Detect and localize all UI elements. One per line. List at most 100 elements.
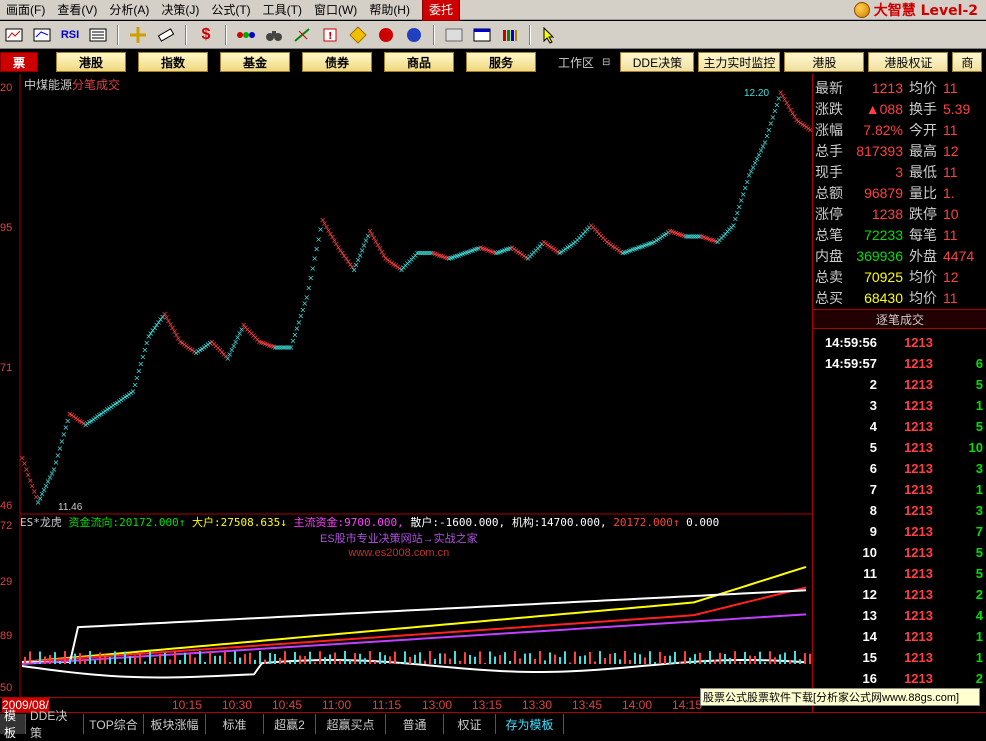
nav-monitor-button[interactable]: 主力实时监控 <box>698 52 781 72</box>
tick-row[interactable]: 14 1213 1 <box>813 626 986 647</box>
trend-icon[interactable] <box>30 24 54 46</box>
volume-bar <box>69 658 71 664</box>
tick-row[interactable]: 14:59:57 1213 6 <box>813 353 986 374</box>
dollar-icon[interactable]: $ <box>194 24 218 46</box>
tick-volume: 1 <box>975 629 983 644</box>
sub-y-tick-label: 50 <box>0 682 13 694</box>
report-icon[interactable] <box>86 24 110 46</box>
books-icon[interactable] <box>498 24 522 46</box>
quote-label: 每笔 <box>909 226 937 243</box>
intraday-chart[interactable]: ××××××××××××××××××××××××××××××××××××××××… <box>0 74 812 697</box>
tick-row[interactable]: 16 1213 2 <box>813 668 986 689</box>
tick-row[interactable]: 5 1213 10 <box>813 437 986 458</box>
rsi-icon[interactable]: RSI <box>58 24 82 46</box>
tab-save-template[interactable]: 存为模板 <box>496 714 564 734</box>
tick-row[interactable]: 8 1213 3 <box>813 500 986 521</box>
volume-bar <box>739 661 741 664</box>
tick-time: 14:59:57 <box>824 356 877 371</box>
trade-button[interactable]: 委托 <box>421 0 460 21</box>
quote-value: 12 <box>943 142 959 159</box>
volume-bar <box>749 655 751 664</box>
tab-chaoying2[interactable]: 超赢2 <box>264 714 316 734</box>
tab-normal[interactable]: 普通 <box>386 714 444 734</box>
volume-bar <box>784 652 786 664</box>
quote-value: 68430 <box>864 289 903 306</box>
chart-area[interactable]: × × × × × × × × × × × × × × × × × × × × × × × × × × × × × × × × × × × × × × × ×… <box>0 74 812 712</box>
menu-help[interactable]: 帮助(H) <box>363 0 416 20</box>
tick-row[interactable]: 4 1213 5 <box>813 416 986 437</box>
volume-bar <box>654 662 656 664</box>
tick-row[interactable]: 7 1213 1 <box>813 479 986 500</box>
nav-service-button[interactable]: 服务 <box>466 52 536 72</box>
menu-view[interactable]: 查看(V) <box>51 0 103 20</box>
menu-analysis[interactable]: 分析(A) <box>103 0 155 20</box>
quote-value: 12 <box>943 268 959 285</box>
volume-bar <box>384 655 386 664</box>
broadcast-icon[interactable] <box>290 24 314 46</box>
help-cursor-icon[interactable] <box>538 24 562 46</box>
nav-more-button[interactable]: 商 <box>952 52 983 72</box>
lights-icon[interactable] <box>234 24 258 46</box>
quote-label: 总手 <box>815 142 843 159</box>
tick-volume: 5 <box>975 377 983 392</box>
tab-template[interactable]: 模板 <box>0 709 26 740</box>
tab-chaoying-buy[interactable]: 超赢买点 <box>316 714 386 734</box>
tick-row[interactable]: 3 1213 1 <box>813 395 986 416</box>
ad-banner[interactable]: 股票公式股票软件下载[分析家公式网www.88gs.com] <box>700 688 980 706</box>
diamond-icon[interactable] <box>346 24 370 46</box>
volume-bar <box>499 655 501 664</box>
alert-icon[interactable]: ! <box>318 24 342 46</box>
tab-warrant[interactable]: 权证 <box>444 714 496 734</box>
nav-dde-button[interactable]: DDE决策 <box>620 52 695 72</box>
window-icon[interactable] <box>442 24 466 46</box>
tick-price: 1213 <box>904 650 933 665</box>
ruler-icon[interactable] <box>154 24 178 46</box>
tick-row[interactable]: 6 1213 3 <box>813 458 986 479</box>
workzone-label[interactable]: 工作区 <box>554 54 598 71</box>
volume-bar <box>679 661 681 664</box>
tab-dde[interactable]: DDE决策 <box>26 709 84 740</box>
tick-row[interactable]: 15 1213 1 <box>813 647 986 668</box>
binoculars-icon[interactable] <box>262 24 286 46</box>
nav-stock-button[interactable]: 票 <box>0 52 38 72</box>
tick-row[interactable]: 2 1213 5 <box>813 374 986 395</box>
nav-hk-button[interactable]: 港股 <box>56 52 126 72</box>
menu-screen[interactable]: 画面(F) <box>0 0 51 20</box>
tab-standard[interactable]: 标准 <box>206 714 264 734</box>
menu-decision[interactable]: 决策(J) <box>155 0 205 20</box>
quote-label: 今开 <box>909 121 937 138</box>
volume-bar <box>759 651 761 664</box>
kline-icon[interactable] <box>2 24 26 46</box>
tick-time: 10 <box>862 545 877 560</box>
tick-list-header[interactable]: 逐笔成交 <box>813 309 986 329</box>
tick-row[interactable]: 9 1213 7 <box>813 521 986 542</box>
workzone-dropdown-icon[interactable]: ⊟ <box>602 57 610 68</box>
tick-row[interactable]: 12 1213 2 <box>813 584 986 605</box>
circle-red-icon[interactable] <box>374 24 398 46</box>
nav-commodity-button[interactable]: 商品 <box>384 52 454 72</box>
nav-bond-button[interactable]: 债券 <box>302 52 372 72</box>
tab-top[interactable]: TOP综合 <box>84 714 144 734</box>
nav-hk2-button[interactable]: 港股 <box>784 52 865 72</box>
crosshair-icon[interactable] <box>126 24 150 46</box>
nav-fund-button[interactable]: 基金 <box>220 52 290 72</box>
tab-sector[interactable]: 板块涨幅 <box>144 714 206 734</box>
menu-window[interactable]: 窗口(W) <box>308 0 363 20</box>
tick-row[interactable]: 13 1213 4 <box>813 605 986 626</box>
circle-blue-icon[interactable] <box>402 24 426 46</box>
tick-row[interactable]: 14:59:56 1213 <box>813 332 986 353</box>
nav-hkwarrant-button[interactable]: 港股权证 <box>868 52 949 72</box>
layout-icon[interactable] <box>470 24 494 46</box>
volume-bar <box>209 651 211 664</box>
menu-tools[interactable]: 工具(T) <box>257 0 308 20</box>
nav-index-button[interactable]: 指数 <box>138 52 208 72</box>
tick-row[interactable]: 10 1213 5 <box>813 542 986 563</box>
volume-bar <box>174 651 176 664</box>
tick-time: 2 <box>869 377 877 392</box>
menu-formula[interactable]: 公式(T) <box>205 0 256 20</box>
volume-bar <box>589 651 591 664</box>
tick-row[interactable]: 11 1213 5 <box>813 563 986 584</box>
bottom-tab-bar: 模板 DDE决策 TOP综合 板块涨幅 标准 超赢2 超赢买点 普通 权证 存为… <box>0 709 986 740</box>
volume-bar <box>609 653 611 664</box>
watermark-line1: ES股市专业决策网站→实战之家 <box>320 533 478 545</box>
